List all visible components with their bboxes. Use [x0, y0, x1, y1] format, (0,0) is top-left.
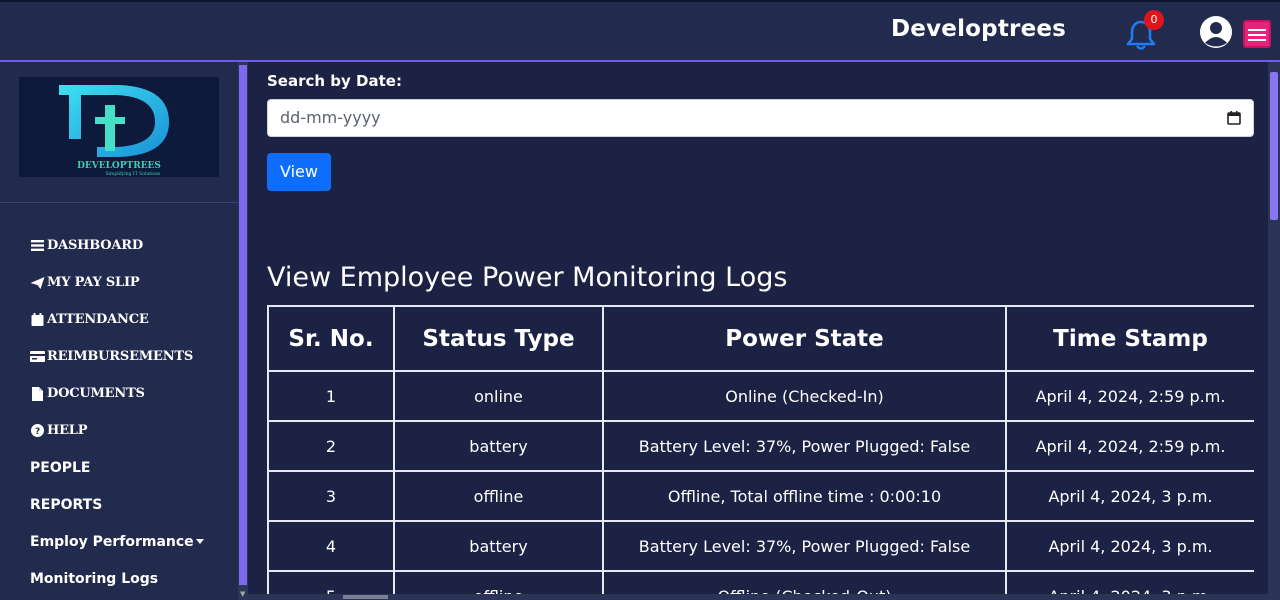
cell-power-state: Battery Level: 37%, Power Plugged: False	[602, 520, 1007, 572]
sidebar-item-label: DASHBOARD	[47, 238, 143, 253]
sidebar-item-documents[interactable]: DOCUMENTS	[30, 375, 204, 412]
calendar-picker-icon[interactable]	[1227, 111, 1241, 125]
main-scrollbar-thumb[interactable]	[1270, 72, 1278, 220]
cell-power-state: Offline, Total offline time : 0:00:10	[602, 470, 1007, 522]
company-logo[interactable]: DEVELOPTREES Simplifying IT Solutions	[19, 77, 219, 177]
sidebar-item-label: DOCUMENTS	[47, 386, 145, 401]
sidebar: DEVELOPTREES Simplifying IT Solutions DA…	[0, 62, 238, 600]
table-row: 4 battery Battery Level: 37%, Power Plug…	[267, 520, 1254, 572]
cell-power-state: Offline (Checked-Out)	[602, 570, 1007, 594]
sidebar-item-label: HELP	[47, 423, 88, 438]
header-power-state: Power State	[602, 305, 1007, 372]
scroll-down-arrow-icon[interactable]: ▼	[240, 590, 245, 598]
logo-tagline: Simplifying IT Solutions	[106, 171, 162, 177]
menu-line	[1248, 34, 1266, 36]
cell-time-stamp: April 4, 2024, 2:59 p.m.	[1005, 420, 1254, 472]
sidebar-item-reimbursements[interactable]: REIMBURSEMENTS	[30, 338, 204, 375]
page-title: View Employee Power Monitoring Logs	[267, 262, 788, 293]
cell-sr-no: 2	[267, 420, 395, 472]
logo-graphic: DEVELOPTREES Simplifying IT Solutions	[59, 85, 169, 177]
paper-plane-icon	[30, 276, 45, 289]
caret-down-icon	[195, 539, 204, 544]
table-header-row: Sr. No. Status Type Power State Time Sta…	[267, 305, 1254, 372]
sidebar-item-dashboard[interactable]: DASHBOARD	[30, 227, 204, 264]
sidebar-item-label: MY PAY SLIP	[47, 275, 140, 290]
search-by-date-label: Search by Date:	[267, 72, 402, 90]
brand-title[interactable]: Developtrees	[891, 16, 1066, 42]
cell-sr-no: 4	[267, 520, 395, 572]
sidebar-item-monitoring-logs[interactable]: Monitoring Logs	[30, 560, 204, 597]
table-row: 3 offline Offline, Total offline time : …	[267, 470, 1254, 522]
date-input[interactable]: dd-mm-yyyy	[267, 99, 1254, 137]
cell-status-type: battery	[393, 520, 604, 572]
table-row: 5 offline Offline (Checked-Out) April 4,…	[267, 570, 1254, 594]
sidebar-item-label: Monitoring Logs	[30, 570, 159, 587]
sidebar-item-label: REPORTS	[30, 496, 103, 513]
hamburger-menu-button[interactable]	[1243, 20, 1271, 48]
menu-line	[1248, 29, 1266, 31]
sidebar-item-label: ATTENDANCE	[47, 312, 149, 327]
sidebar-item-my-pay-slip[interactable]: MY PAY SLIP	[30, 264, 204, 301]
sidebar-item-attendance[interactable]: ATTENDANCE	[30, 301, 204, 338]
table-row: 1 online Online (Checked-In) April 4, 20…	[267, 370, 1254, 422]
cell-status-type: offline	[393, 570, 604, 594]
sidebar-scrollbar-thumb[interactable]	[239, 65, 247, 585]
header-sr-no: Sr. No.	[267, 305, 395, 372]
sidebar-item-reports[interactable]: REPORTS	[30, 486, 204, 523]
bars-icon	[31, 240, 44, 251]
cell-status-type: online	[393, 370, 604, 422]
svg-text:?: ?	[35, 427, 40, 437]
view-button[interactable]: View	[267, 153, 331, 191]
logs-table-container: Sr. No. Status Type Power State Time Sta…	[267, 305, 1254, 594]
logo-text: DEVELOPTREES	[77, 161, 161, 171]
sidebar-scrollbar[interactable]: ▼	[238, 62, 248, 600]
power-logs-table: Sr. No. Status Type Power State Time Sta…	[267, 305, 1254, 594]
date-input-placeholder: dd-mm-yyyy	[280, 108, 381, 127]
sidebar-item-label: REIMBURSEMENTS	[47, 349, 194, 364]
user-circle-icon[interactable]	[1198, 14, 1234, 50]
top-navbar: Developtrees 0	[0, 0, 1280, 62]
cell-time-stamp: April 4, 2024, 3 p.m.	[1005, 470, 1254, 522]
header-status-type: Status Type	[393, 305, 604, 372]
question-circle-icon: ?	[31, 424, 44, 437]
cell-sr-no: 3	[267, 470, 395, 522]
cell-sr-no: 1	[267, 370, 395, 422]
cell-time-stamp: April 4, 2024, 3 p.m.	[1005, 520, 1254, 572]
sidebar-item-help[interactable]: ? HELP	[30, 412, 204, 449]
main-scrollbar[interactable]	[1268, 62, 1280, 600]
file-icon	[32, 386, 43, 401]
cell-time-stamp: April 4, 2024, 3 p.m.	[1005, 570, 1254, 594]
cell-status-type: offline	[393, 470, 604, 522]
cell-power-state: Battery Level: 37%, Power Plugged: False	[602, 420, 1007, 472]
cell-sr-no: 5	[267, 570, 395, 594]
cell-time-stamp: April 4, 2024, 2:59 p.m.	[1005, 370, 1254, 422]
sidebar-item-people[interactable]: PEOPLE	[30, 449, 204, 486]
credit-card-icon	[30, 351, 45, 362]
sidebar-item-employ-performance[interactable]: Employ Performance	[30, 523, 204, 560]
horizontal-scrollbar[interactable]	[248, 594, 1268, 600]
menu-line	[1248, 39, 1266, 41]
horizontal-scrollbar-thumb[interactable]	[343, 595, 388, 599]
table-row: 2 battery Battery Level: 37%, Power Plug…	[267, 420, 1254, 472]
notification-badge: 0	[1144, 10, 1164, 30]
header-time-stamp: Time Stamp	[1005, 305, 1254, 372]
sidebar-item-label: PEOPLE	[30, 459, 91, 476]
cell-power-state: Online (Checked-In)	[602, 370, 1007, 422]
divider	[0, 202, 238, 203]
sidebar-item-label: Employ Performance	[30, 533, 194, 550]
calendar-icon	[31, 313, 44, 326]
cell-status-type: battery	[393, 420, 604, 472]
sidebar-nav: DASHBOARD MY PAY SLIP ATTENDANCE REIMBUR…	[30, 227, 204, 597]
